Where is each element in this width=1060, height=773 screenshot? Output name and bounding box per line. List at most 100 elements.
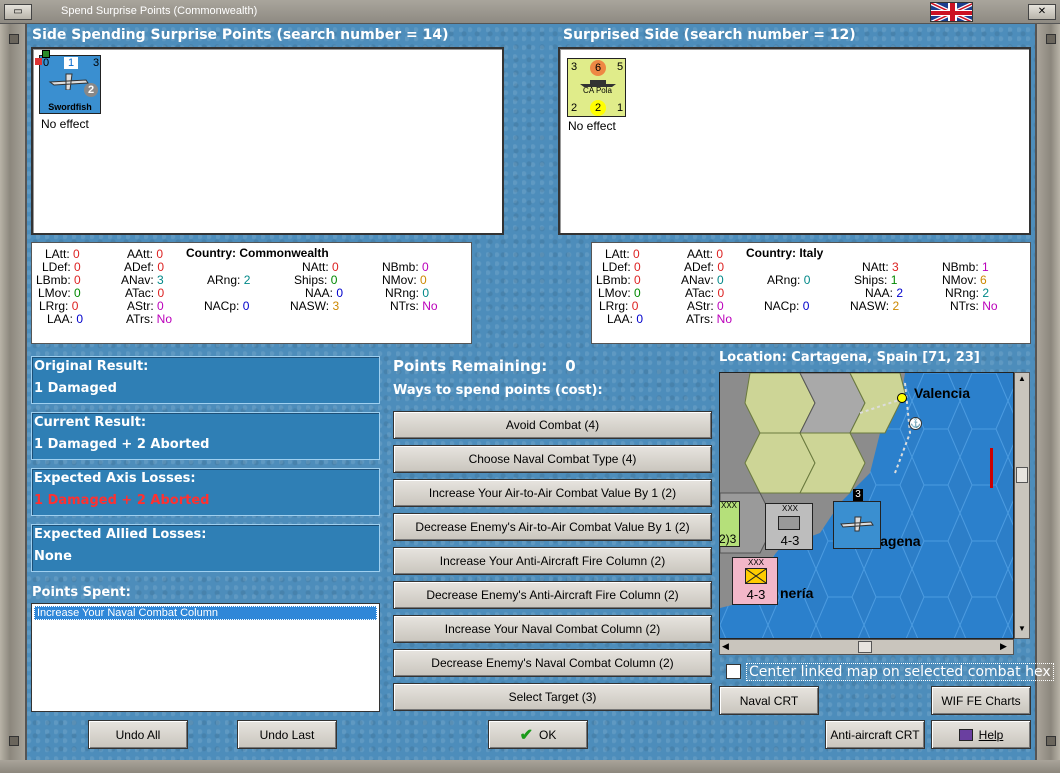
increase-naval-column-button[interactable]: Increase Your Naval Combat Column (2) — [393, 615, 712, 643]
country-label: Country: — [746, 246, 796, 260]
map-unit-strength: 2)3 — [719, 532, 737, 546]
counter-aa-value: 2 — [571, 102, 578, 114]
points-remaining-value: 0 — [565, 357, 576, 375]
scroll-up-icon[interactable]: ▲ — [1016, 374, 1028, 386]
red-marker-icon — [35, 58, 42, 65]
surprised-country: Italy — [799, 246, 824, 260]
counter-attack-value: 3 — [571, 61, 578, 73]
allied-losses-label: Expected Allied Losses: — [34, 527, 207, 542]
map-unit-strength: 4-3 — [780, 533, 800, 548]
window-title: Spend Surprise Points (Commonwealth) — [61, 5, 258, 17]
right-frame — [1035, 24, 1060, 762]
ca-pola-counter[interactable]: 3 6 5 CA Pola 2 2 1 — [567, 58, 626, 117]
counter-mid-value: 1 — [64, 57, 78, 69]
map-unit-grey[interactable]: XXX 4-3 — [765, 503, 813, 550]
list-item[interactable]: Increase Your Naval Combat Column — [34, 606, 377, 620]
counter-defence-value: 6 — [590, 60, 606, 76]
undo-last-button[interactable]: Undo Last — [237, 720, 337, 749]
uk-flag-icon — [930, 2, 973, 22]
current-result-box: Current Result: 1 Damaged + 2 Aborted — [31, 412, 380, 460]
plane-icon — [840, 516, 874, 532]
counter-movement-value: 5 — [617, 61, 624, 73]
map-city-valencia: Valencia — [914, 385, 971, 401]
allied-losses-box: Expected Allied Losses: None — [31, 524, 380, 572]
axis-losses-box: Expected Axis Losses: 1 Damaged + 2 Abor… — [31, 468, 380, 516]
naval-crt-button[interactable]: Naval CRT — [719, 686, 819, 715]
map-unit-swordfish[interactable] — [833, 501, 881, 549]
counter-name: CA Pola — [583, 86, 612, 95]
points-spent-label: Points Spent: — [32, 585, 131, 600]
left-frame — [0, 24, 27, 762]
counter-air-value: 0 — [43, 57, 50, 69]
axis-losses-label: Expected Axis Losses: — [34, 471, 196, 486]
scroll-right-icon[interactable]: ▶ — [1000, 641, 1007, 652]
system-menu-button[interactable]: ▭ — [4, 4, 32, 20]
anti-aircraft-crt-button[interactable]: Anti-aircraft CRT — [825, 720, 925, 749]
scroll-left-icon[interactable]: ◀ — [722, 641, 729, 652]
counter-range-value: 1 — [617, 102, 624, 114]
map-unit-pink[interactable]: XXX 4-3 — [732, 557, 778, 605]
map-unit-strength: 4-3 — [746, 587, 766, 602]
stack-count-badge: 3 — [853, 489, 863, 501]
decrease-enemy-naval-column-button[interactable]: Decrease Enemy's Naval Combat Column (2) — [393, 649, 712, 677]
scroll-thumb[interactable] — [858, 641, 872, 653]
points-remaining-label: Points Remaining: — [393, 357, 548, 375]
current-result-value: 1 Damaged + 2 Aborted — [34, 437, 210, 452]
help-book-icon — [958, 728, 973, 741]
counter-sub-value: 2 — [590, 100, 606, 116]
decrease-enemy-air-to-air-button[interactable]: Decrease Enemy's Air-to-Air Combat Value… — [393, 513, 712, 541]
spending-country: Commonwealth — [239, 246, 329, 260]
points-remaining: Points Remaining: 0 — [393, 357, 576, 375]
surprised-unit-effect: No effect — [568, 119, 616, 133]
swordfish-counter[interactable]: 0 1 3 2 Swordfish — [35, 50, 101, 114]
infantry-symbol-icon — [745, 568, 767, 584]
title-bar: ▭ Spend Surprise Points (Commonwealth) ✕ — [0, 0, 1060, 24]
center-map-checkbox[interactable] — [726, 664, 741, 679]
checkmark-icon: ✔ — [519, 726, 534, 744]
armor-symbol-icon — [778, 516, 800, 530]
location-label: Location: Cartagena, Spain [71, 23] — [719, 350, 980, 365]
map-unit-size: XXX — [781, 504, 798, 513]
ok-button-label: OK — [539, 727, 557, 742]
close-button[interactable]: ✕ — [1028, 4, 1056, 20]
current-result-label: Current Result: — [34, 415, 147, 430]
spending-side-stats: LAtt: 0 LDef: 0 LBmb: 0 LMov: 0 LRrg: 0 … — [31, 242, 472, 344]
help-button-label: Help — [978, 727, 1004, 742]
points-spent-list[interactable]: Increase Your Naval Combat Column — [31, 603, 380, 712]
surprised-side-panel: 3 6 5 CA Pola 2 2 1 No effect — [558, 47, 1031, 235]
port-anchor-icon: ⚓ — [909, 417, 922, 430]
avoid-combat-button[interactable]: Avoid Combat (4) — [393, 411, 712, 439]
original-result-value: 1 Damaged — [34, 381, 117, 396]
original-result-box: Original Result: 1 Damaged — [31, 356, 380, 404]
map-city-almeria: nería — [780, 585, 814, 601]
spending-unit-effect: No effect — [41, 117, 89, 131]
map-unit-size: XXX — [747, 558, 764, 567]
scroll-down-icon[interactable]: ▼ — [1016, 624, 1028, 636]
counter-range-value: 3 — [93, 57, 100, 69]
increase-air-to-air-button[interactable]: Increase Your Air-to-Air Combat Value By… — [393, 479, 712, 507]
select-target-button[interactable]: Select Target (3) — [393, 683, 712, 711]
country-label: Country: — [186, 246, 236, 260]
ways-to-spend-label: Ways to spend points (cost): — [393, 383, 603, 398]
wif-fe-charts-button[interactable]: WIF FE Charts — [931, 686, 1031, 715]
map-vertical-scrollbar[interactable]: ▲ ▼ — [1014, 372, 1030, 639]
center-map-label[interactable]: Center linked map on selected combat hex — [746, 663, 1054, 681]
city-marker-icon — [897, 393, 907, 403]
original-result-label: Original Result: — [34, 359, 149, 374]
decrease-enemy-aa-fire-button[interactable]: Decrease Enemy's Anti-Aircraft Fire Colu… — [393, 581, 712, 609]
map-unit-green[interactable]: 2)3 XXX — [719, 501, 740, 547]
choose-naval-combat-type-button[interactable]: Choose Naval Combat Type (4) — [393, 445, 712, 473]
spending-side-panel: 0 1 3 2 Swordfish No effect — [31, 47, 504, 235]
ok-button[interactable]: ✔ OK — [488, 720, 588, 749]
bottom-frame — [0, 760, 1060, 773]
help-button[interactable]: Help — [931, 720, 1031, 749]
scroll-thumb[interactable] — [1016, 467, 1028, 483]
undo-all-button[interactable]: Undo All — [88, 720, 188, 749]
increase-aa-fire-button[interactable]: Increase Your Anti-Aircraft Fire Column … — [393, 547, 712, 575]
surprised-side-header: Surprised Side (search number = 12) — [563, 27, 856, 43]
surprised-side-stats: LAtt: 0 LDef: 0 LBmb: 0 LMov: 0 LRrg: 0 … — [591, 242, 1031, 344]
counter-name: Swordfish — [48, 102, 92, 112]
combat-map[interactable]: Valencia ⚓ rtagena nería 2)3 XXX XXX 4-3 … — [719, 372, 1014, 639]
map-horizontal-scrollbar[interactable]: ◀ ▶ — [719, 639, 1014, 655]
counter-bottom-value: 2 — [84, 83, 98, 97]
